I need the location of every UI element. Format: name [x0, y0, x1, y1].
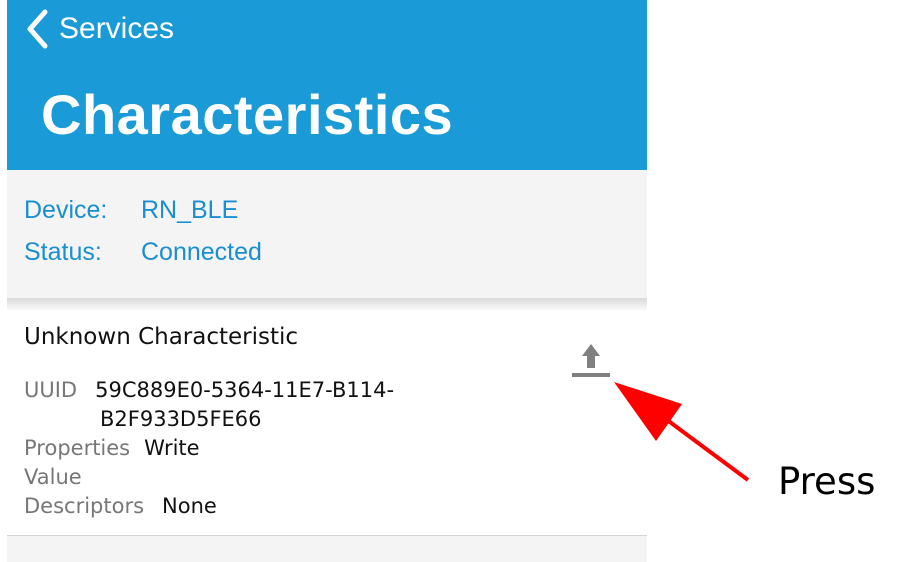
status-value: Connected	[141, 238, 262, 266]
properties-value: Write	[144, 436, 200, 460]
characteristic-card[interactable]: Unknown Characteristic UUID 59C889E0-5364…	[7, 310, 647, 536]
device-info: Device: RN_BLE Status: Connected	[24, 196, 262, 280]
descriptors-value: None	[162, 494, 217, 518]
uuid-value-line2: B2F933D5FE66	[100, 407, 262, 431]
upload-icon	[572, 344, 610, 377]
properties-label: Properties	[24, 436, 131, 460]
characteristic-name: Unknown Characteristic	[24, 324, 299, 350]
descriptors-label: Descriptors	[24, 494, 145, 518]
page-title: Characteristics	[41, 83, 454, 146]
write-button[interactable]	[571, 340, 611, 380]
uuid-label: UUID	[24, 378, 78, 402]
back-button[interactable]: Services	[25, 8, 174, 50]
app-screen: Services Characteristics Device: RN_BLE S…	[7, 0, 647, 562]
device-label: Device:	[24, 196, 108, 224]
annotation-press-label: Press	[778, 460, 876, 503]
value-label: Value	[24, 465, 82, 489]
device-name: RN_BLE	[141, 196, 239, 224]
uuid-value-line1: 59C889E0-5364-11E7-B114-	[95, 378, 395, 402]
back-label: Services	[59, 12, 175, 45]
navigation-bar: Services Characteristics	[7, 0, 647, 170]
chevron-left-icon	[27, 9, 48, 49]
status-label: Status:	[24, 238, 102, 266]
